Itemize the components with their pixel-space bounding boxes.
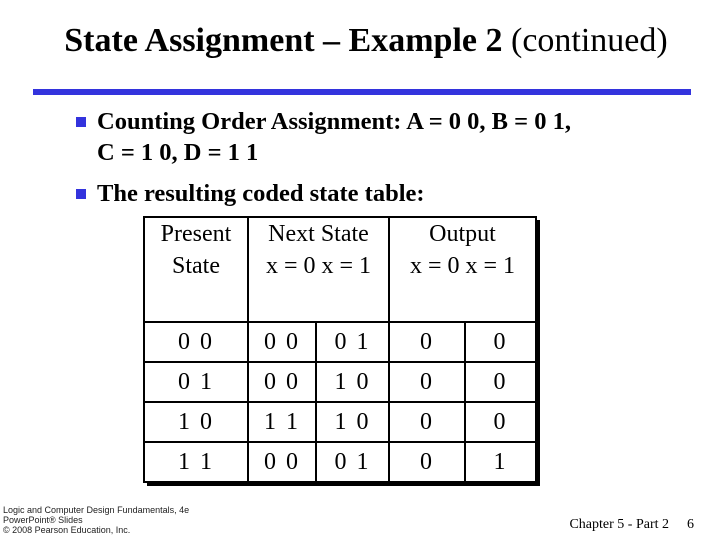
slide-title: State Assignment – Example 2 (continued): [36, 22, 696, 60]
cell-next-x1: 0 1: [315, 441, 390, 483]
cell-output-x0: 0: [388, 361, 466, 403]
bullet-square-icon: [76, 189, 86, 199]
bullet-square-icon: [76, 117, 86, 127]
cell-output-x1: 0: [464, 401, 537, 443]
table-header-row: Present State Next State x = 0 x = 1 Out…: [143, 216, 537, 323]
title-rule: [33, 89, 691, 95]
header-next-state: Next State x = 0 x = 1: [247, 216, 390, 323]
cell-next-x0: 0 0: [247, 361, 317, 403]
header-text: Next State: [268, 221, 369, 247]
table-row: 0 1 0 0 1 0 0 0: [143, 361, 537, 403]
bullet-text-1: Counting Order Assignment: A = 0 0, B = …: [97, 106, 571, 168]
header-text: Present: [160, 221, 232, 247]
footer-book-title: Logic and Computer Design Fundamentals, …: [3, 505, 190, 515]
header-text: x = 0 x = 1: [409, 253, 516, 279]
cell-output-x0: 0: [388, 401, 466, 443]
cell-next-x0: 0 0: [247, 321, 317, 363]
header-text: x = 0 x = 1: [265, 253, 372, 279]
cell-output-x1: 0: [464, 321, 537, 363]
cell-next-x0: 0 0: [247, 441, 317, 483]
cell-next-x1: 1 0: [315, 361, 390, 403]
state-table: Present State Next State x = 0 x = 1 Out…: [143, 216, 537, 483]
cell-output-x1: 1: [464, 441, 537, 483]
bullet-text-2: The resulting coded state table:: [97, 180, 425, 207]
cell-output-x1: 0: [464, 361, 537, 403]
cell-output-x0: 0: [388, 321, 466, 363]
cell-output-x0: 0: [388, 441, 466, 483]
title-suffix: (continued): [502, 22, 668, 59]
cell-present: 1 1: [143, 441, 249, 483]
cell-next-x1: 0 1: [315, 321, 390, 363]
header-text: State: [172, 253, 220, 279]
table-row: 0 0 0 0 0 1 0 0: [143, 321, 537, 363]
table-row: 1 0 1 1 1 0 0 0: [143, 401, 537, 443]
footer-chapter: Chapter 5 - Part 2: [569, 517, 669, 532]
footer-slides-label: PowerPoint® Slides: [3, 515, 83, 525]
cell-next-x1: 1 0: [315, 401, 390, 443]
cell-present: 1 0: [143, 401, 249, 443]
bullet-1-line-1: Counting Order Assignment: A = 0 0, B = …: [97, 108, 571, 135]
header-text: Output: [429, 221, 496, 247]
table-row: 1 1 0 0 0 1 0 1: [143, 441, 537, 483]
bullet-1-line-2: C = 1 0, D = 1 1: [97, 139, 259, 166]
header-output: Output x = 0 x = 1: [388, 216, 537, 323]
footer-copyright: © 2008 Pearson Education, Inc.: [3, 525, 131, 535]
title-main: State Assignment – Example 2: [64, 22, 503, 59]
page-number: 6: [687, 517, 694, 532]
header-present-state: Present State: [143, 216, 249, 323]
cell-present: 0 0: [143, 321, 249, 363]
footer-publisher: Logic and Computer Design Fundamentals, …: [3, 505, 189, 535]
cell-next-x0: 1 1: [247, 401, 317, 443]
footer-chapter-info: Chapter 5 - Part 2 6: [569, 517, 694, 533]
cell-present: 0 1: [143, 361, 249, 403]
